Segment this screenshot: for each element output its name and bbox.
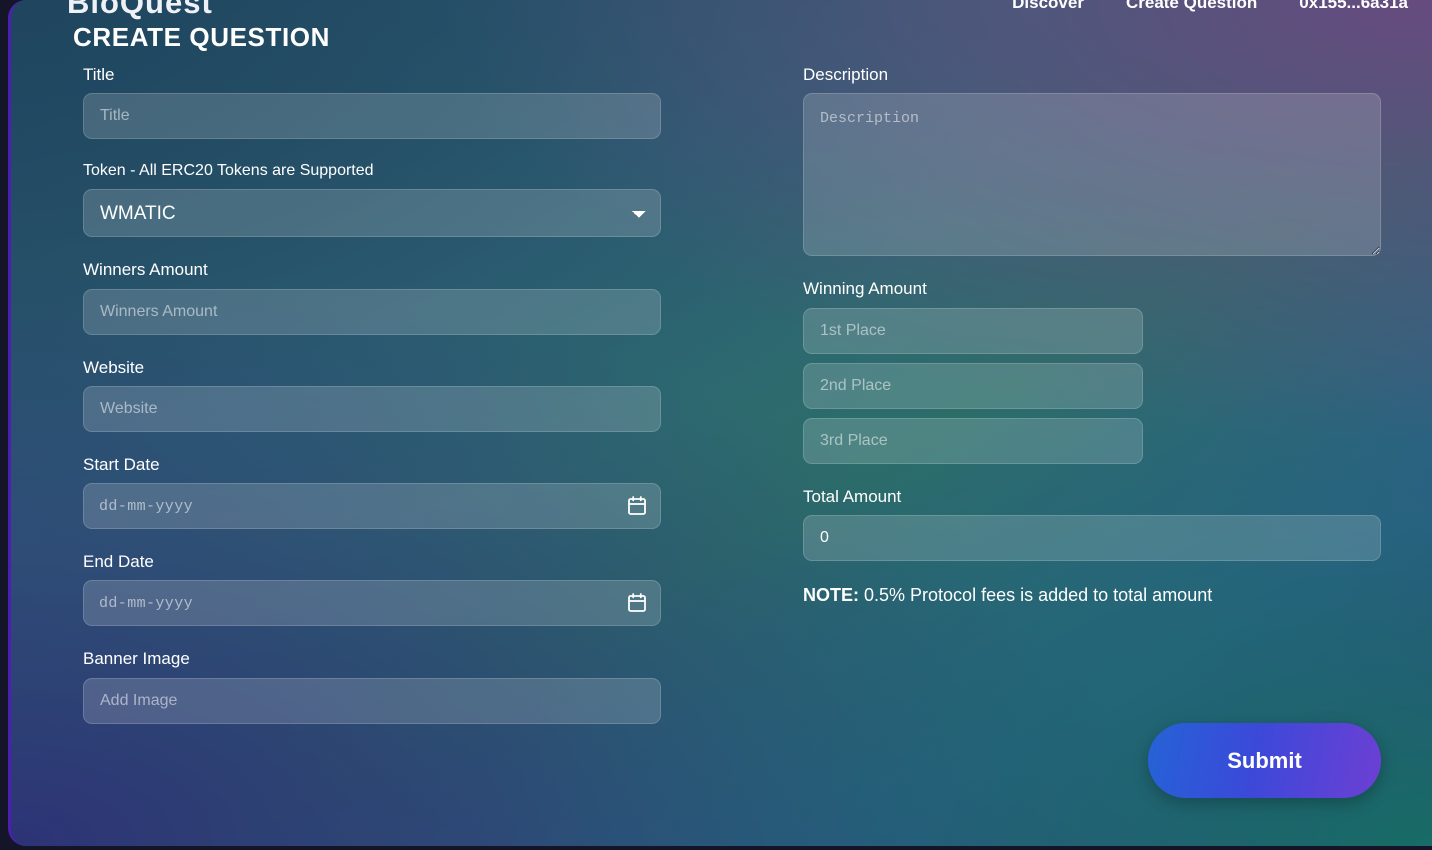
description-textarea[interactable] bbox=[803, 93, 1381, 257]
winners-amount-input[interactable] bbox=[83, 288, 661, 335]
nav-links: Discover Create Question 0x155...6a31a bbox=[1012, 0, 1408, 13]
winning-place-3-row bbox=[803, 417, 1381, 464]
banner-image-input[interactable] bbox=[83, 677, 661, 724]
winning-amount-1st-input[interactable] bbox=[803, 307, 1143, 354]
nav-link-discover[interactable]: Discover bbox=[1012, 0, 1084, 13]
start-date-input[interactable] bbox=[83, 483, 661, 529]
nav-link-create-question[interactable]: Create Question bbox=[1126, 0, 1257, 13]
label-total-amount: Total Amount bbox=[803, 486, 902, 506]
field-token: Token - All ERC20 Tokens are Supported W… bbox=[83, 161, 661, 238]
label-end-date: End Date bbox=[83, 552, 154, 571]
protocol-fee-note: NOTE: 0.5% Protocol fees is added to tot… bbox=[803, 584, 1381, 607]
label-website: Website bbox=[83, 357, 145, 377]
submit-button[interactable]: Submit bbox=[1148, 723, 1381, 798]
label-banner-image: Banner Image bbox=[83, 649, 190, 669]
token-select[interactable]: WMATIC bbox=[83, 189, 661, 238]
field-start-date: Start Date dd-mm-yyyy bbox=[83, 454, 661, 529]
end-date-wrap: dd-mm-yyyy bbox=[83, 580, 661, 627]
page-root: BloQuest Discover Create Question 0x155.… bbox=[0, 0, 1432, 850]
field-total-amount: Total Amount bbox=[803, 486, 1381, 561]
website-input[interactable] bbox=[83, 385, 661, 432]
field-banner-image: Banner Image bbox=[83, 648, 661, 724]
winning-amount-2nd-input[interactable] bbox=[803, 362, 1143, 409]
label-winning-amount: Winning Amount bbox=[803, 279, 927, 299]
winning-amount-3rd-input[interactable] bbox=[803, 417, 1143, 464]
label-start-date: Start Date bbox=[83, 454, 160, 474]
nav-link-wallet-address[interactable]: 0x155...6a31a bbox=[1299, 0, 1408, 13]
field-title: Title bbox=[83, 64, 661, 140]
title-input[interactable] bbox=[83, 93, 661, 140]
label-title: Title bbox=[83, 65, 115, 84]
field-end-date: End Date dd-mm-yyyy bbox=[83, 551, 661, 627]
form-column-right: Description Winning Amount bbox=[803, 64, 1381, 607]
app-card: BloQuest Discover Create Question 0x155.… bbox=[8, 0, 1432, 846]
field-description: Description bbox=[803, 64, 1381, 257]
end-date-input[interactable] bbox=[83, 580, 661, 627]
label-token: Token - All ERC20 Tokens are Supported bbox=[83, 162, 374, 180]
form-column-left: Title Token - All ERC20 Tokens are Suppo… bbox=[83, 64, 661, 746]
note-text: 0.5% Protocol fees is added to total amo… bbox=[859, 584, 1213, 605]
page-title: CREATE QUESTION bbox=[73, 22, 330, 52]
brand-logo[interactable]: BloQuest bbox=[67, 0, 213, 21]
total-amount-input[interactable] bbox=[803, 514, 1381, 561]
field-winners-amount: Winners Amount bbox=[83, 259, 661, 335]
submit-row: Submit bbox=[803, 723, 1381, 798]
field-winning-amount: Winning Amount bbox=[803, 278, 1381, 464]
note-prefix: NOTE: bbox=[803, 584, 859, 605]
start-date-wrap: dd-mm-yyyy bbox=[83, 483, 661, 529]
label-description: Description bbox=[803, 65, 889, 84]
winning-place-1-row bbox=[803, 307, 1381, 354]
winning-place-2-row bbox=[803, 362, 1381, 409]
label-winners-amount: Winners Amount bbox=[83, 260, 208, 280]
create-question-form: CREATE QUESTION Title Token - All ERC20 … bbox=[11, 0, 1432, 846]
field-website: Website bbox=[83, 357, 661, 432]
navbar: BloQuest Discover Create Question 0x155.… bbox=[11, 0, 1432, 21]
